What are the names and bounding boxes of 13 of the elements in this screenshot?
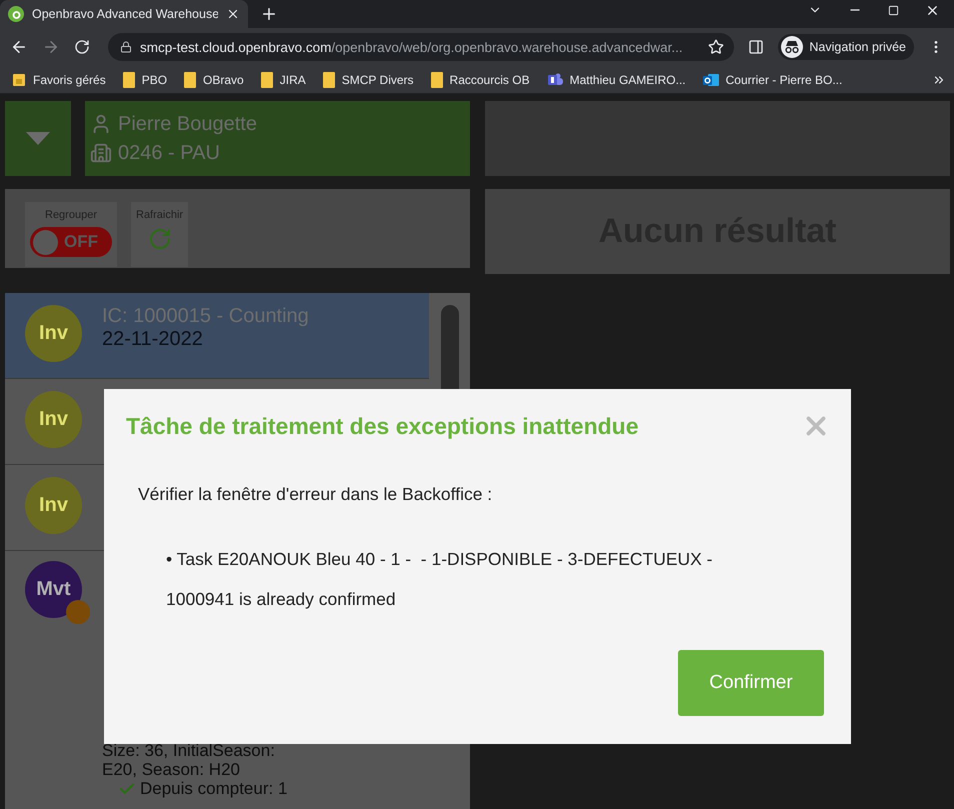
error-item: • Task E20ANOUK Bleu 40 - 1 - - 1-DISPONIBLE - 3-DEFECTUEUX - 1000941 is already confirmed xyxy=(166,548,714,611)
avatar-label: Inv xyxy=(39,322,68,345)
avatar-label: Inv xyxy=(39,408,68,431)
store-name: 0246 - PAU xyxy=(90,142,470,164)
task-date: 22-11-2022 xyxy=(102,328,204,351)
task-detail: E20, Season: H20 xyxy=(102,760,241,779)
dialog-message: Vérifier la fenêtre d'erreur dans le Backoffice : xyxy=(138,484,494,505)
task-counter: Depuis compteur: 1 xyxy=(118,779,288,798)
avatar-label: Mvt xyxy=(36,578,71,601)
dialog-title: Tâche de traitement des exceptions inattendue xyxy=(126,413,639,440)
task-detail: Size: 36, InitialSeason: xyxy=(102,741,276,760)
user-name: Pierre Bougette xyxy=(90,112,470,136)
avatar-label: Inv xyxy=(39,494,68,517)
